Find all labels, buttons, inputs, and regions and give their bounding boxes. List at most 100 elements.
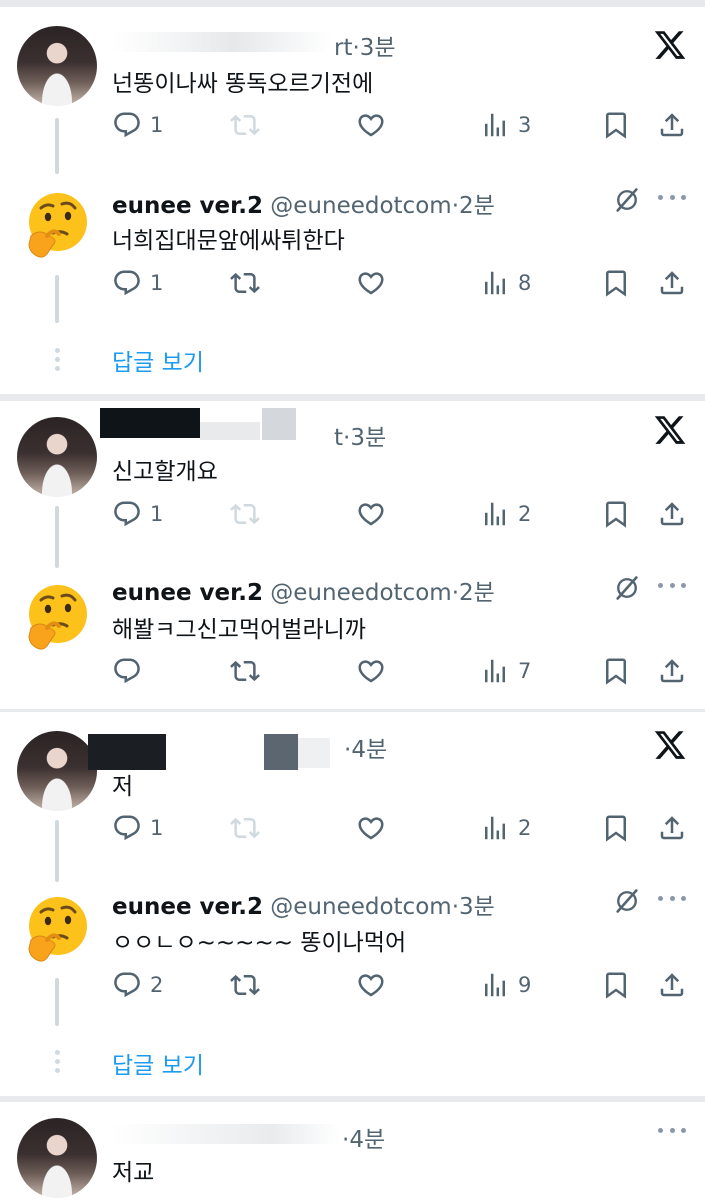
views-button[interactable]: 8: [480, 263, 531, 303]
share-button[interactable]: [657, 105, 687, 145]
show-replies-link[interactable]: 답글 보기: [112, 343, 204, 377]
reply-button[interactable]: 1: [112, 494, 163, 534]
reply-button[interactable]: 2: [112, 965, 163, 1005]
views-button[interactable]: 2: [480, 494, 531, 534]
timestamp[interactable]: 4분: [351, 737, 387, 763]
thinking-emoji-icon: [28, 193, 87, 258]
tweet-header: t·3분: [334, 425, 387, 451]
more-icon[interactable]: [658, 1128, 686, 1138]
tweet-header: eunee ver.2 @euneedotcom·2분: [112, 580, 495, 606]
x-logo-icon[interactable]: [653, 413, 687, 447]
timestamp[interactable]: 3분: [360, 35, 396, 61]
views-button[interactable]: 7: [480, 651, 531, 691]
display-name[interactable]: eunee ver.2: [112, 193, 263, 219]
like-icon: [358, 272, 384, 295]
retweet-button[interactable]: [230, 965, 268, 1005]
redacted-name: [88, 734, 166, 770]
reply-button[interactable]: 1: [112, 808, 163, 848]
more-icon[interactable]: [658, 896, 686, 906]
share-icon: [660, 973, 684, 997]
bookmark-icon: [606, 815, 626, 842]
like-button[interactable]: [356, 651, 394, 691]
tweet-header: eunee ver.2 @euneedotcom·3분: [112, 894, 495, 920]
handle[interactable]: @euneedotcom: [270, 193, 451, 219]
retweet-button[interactable]: [230, 263, 268, 303]
show-replies-link[interactable]: 답글 보기: [112, 1046, 204, 1080]
redacted-name: [262, 408, 296, 440]
avatar[interactable]: [17, 576, 97, 656]
like-button[interactable]: [356, 494, 394, 534]
reply-button[interactable]: [112, 651, 150, 691]
x-logo-icon[interactable]: [653, 728, 687, 762]
bookmark-button[interactable]: [601, 808, 631, 848]
timestamp[interactable]: 2분: [459, 580, 495, 606]
views-button[interactable]: 9: [480, 965, 531, 1005]
x-logo-icon[interactable]: [653, 28, 687, 62]
share-button[interactable]: [657, 965, 687, 1005]
views-icon: [485, 271, 505, 295]
share-button[interactable]: [657, 263, 687, 303]
redacted-name: [264, 734, 298, 770]
bookmark-icon: [606, 270, 626, 297]
timestamp[interactable]: 3분: [350, 425, 386, 451]
bookmark-button[interactable]: [601, 651, 631, 691]
views-button[interactable]: 3: [480, 105, 531, 145]
grok-icon[interactable]: [613, 186, 641, 214]
thread-connector: [55, 820, 59, 882]
tweet-header: eunee ver.2 @euneedotcom·2분: [112, 193, 495, 219]
share-button[interactable]: [657, 651, 687, 691]
share-button[interactable]: [657, 808, 687, 848]
bookmark-button[interactable]: [601, 105, 631, 145]
tweet-text: 넌똥이나싸 똥독오르기전에: [112, 71, 374, 97]
tweet-text: ㅇㅇㄴㅇ~~~~~ 똥이나먹어: [112, 930, 407, 956]
like-button[interactable]: [356, 808, 394, 848]
grok-icon[interactable]: [613, 887, 641, 915]
grok-icon[interactable]: [613, 574, 641, 602]
retweet-icon: [230, 272, 260, 294]
timestamp[interactable]: 3분: [459, 894, 495, 920]
retweet-button[interactable]: [230, 651, 268, 691]
avatar[interactable]: [17, 184, 97, 264]
more-icon[interactable]: [658, 583, 686, 593]
timestamp[interactable]: 4분: [349, 1127, 385, 1153]
retweet-button[interactable]: [230, 105, 268, 145]
retweet-icon: [230, 974, 260, 996]
retweet-icon: [230, 503, 260, 525]
tweet-header: ·4분: [344, 737, 388, 763]
share-button[interactable]: [657, 494, 687, 534]
reply-button[interactable]: 1: [112, 263, 163, 303]
more-icon[interactable]: [658, 195, 686, 205]
thread-divider: [0, 394, 705, 401]
display-name[interactable]: eunee ver.2: [112, 894, 263, 920]
retweet-button[interactable]: [230, 494, 268, 534]
avatar[interactable]: [17, 731, 97, 811]
avatar[interactable]: [17, 1118, 97, 1198]
timestamp[interactable]: 2분: [459, 193, 495, 219]
tweet-header: rt·3분: [334, 35, 396, 61]
retweet-button[interactable]: [230, 808, 268, 848]
bookmark-button[interactable]: [601, 263, 631, 303]
avatar[interactable]: [17, 26, 97, 106]
handle[interactable]: @euneedotcom: [270, 580, 451, 606]
tweet-actions: 1 2: [112, 494, 687, 534]
like-button[interactable]: [356, 263, 394, 303]
reply-icon: [114, 112, 140, 138]
tweet-actions: 1 2: [112, 808, 687, 848]
views-button[interactable]: 2: [480, 808, 531, 848]
avatar[interactable]: [17, 417, 97, 497]
share-icon: [660, 271, 684, 295]
display-name[interactable]: eunee ver.2: [112, 580, 263, 606]
like-button[interactable]: [356, 965, 394, 1005]
retweet-icon: [230, 660, 260, 682]
handle[interactable]: @euneedotcom: [270, 894, 451, 920]
tweet-header: ·4분: [342, 1127, 386, 1153]
bookmark-button[interactable]: [601, 965, 631, 1005]
thread-connector: [55, 506, 59, 568]
avatar[interactable]: [17, 888, 97, 968]
like-button[interactable]: [356, 105, 394, 145]
bookmark-button[interactable]: [601, 494, 631, 534]
share-icon: [660, 113, 684, 137]
reply-button[interactable]: 1: [112, 105, 163, 145]
views-icon: [485, 659, 505, 683]
retweet-icon: [230, 817, 260, 839]
